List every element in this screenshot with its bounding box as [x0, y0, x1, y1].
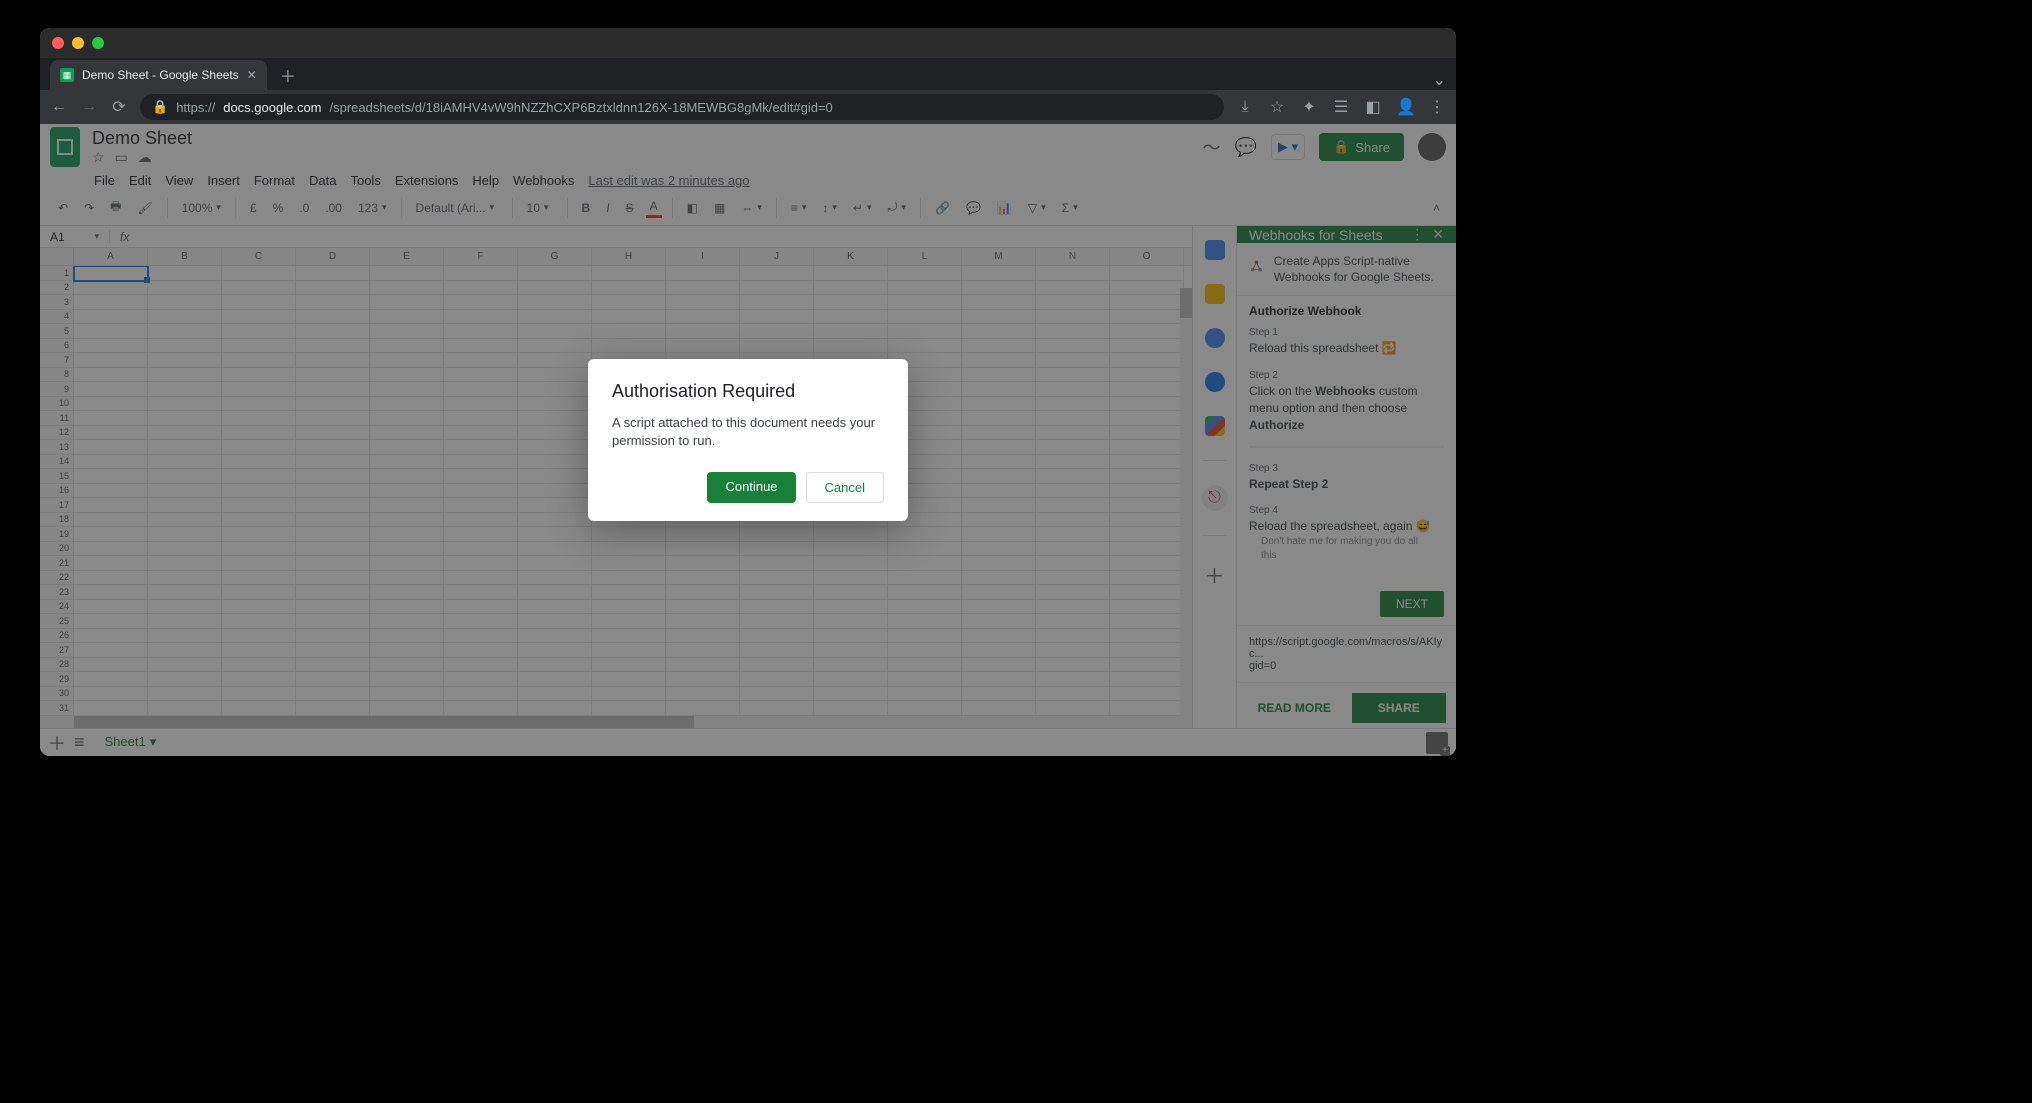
dialog-title: Authorisation Required — [612, 381, 884, 402]
reload-icon[interactable]: ⟳ — [110, 97, 128, 117]
url-prefix: https:// — [176, 100, 215, 115]
extensions-icon[interactable]: ✦ — [1300, 97, 1318, 117]
window-zoom-dot[interactable] — [92, 37, 104, 49]
bookmark-icon[interactable]: ☆ — [1268, 97, 1286, 117]
dialog-body: A script attached to this document needs… — [612, 414, 884, 450]
browser-window: ▦ Demo Sheet - Google Sheets ✕ ＋ ⌄ ← → ⟳… — [40, 28, 1456, 756]
profile-icon[interactable]: 👤 — [1396, 97, 1414, 117]
browser-tab[interactable]: ▦ Demo Sheet - Google Sheets ✕ — [50, 60, 267, 90]
sheets-favicon-icon: ▦ — [60, 68, 74, 82]
authorization-dialog: Authorisation Required A script attached… — [588, 359, 908, 521]
tab-close-icon[interactable]: ✕ — [247, 68, 257, 82]
tab-title: Demo Sheet - Google Sheets — [82, 68, 239, 82]
page-content: Demo Sheet ☆ ▭ ☁ 〜 💬 ▶ ▾ 🔒Share — [40, 124, 1456, 756]
forward-icon[interactable]: → — [80, 98, 98, 116]
cancel-button[interactable]: Cancel — [806, 472, 884, 503]
side-panel-icon[interactable]: ◧ — [1364, 97, 1382, 117]
window-minimize-dot[interactable] — [72, 37, 84, 49]
reading-list-icon[interactable]: ☰ — [1332, 97, 1350, 117]
browser-menu-icon[interactable]: ⋮ — [1428, 97, 1446, 117]
url-path: /spreadsheets/d/18iAMHV4vW9hNZZhCXP6Bztx… — [330, 100, 833, 115]
continue-button[interactable]: Continue — [707, 472, 795, 503]
window-close-dot[interactable] — [52, 37, 64, 49]
modal-scrim[interactable]: Authorisation Required A script attached… — [40, 124, 1456, 756]
address-bar-actions: ⤓ ☆ ✦ ☰ ◧ 👤 ⋮ — [1236, 97, 1446, 117]
tab-strip: ▦ Demo Sheet - Google Sheets ✕ ＋ ⌄ — [40, 58, 1456, 90]
url-input[interactable]: 🔒 https:// docs.google.com/spreadsheets/d… — [140, 94, 1224, 120]
new-tab-button[interactable]: ＋ — [275, 62, 301, 88]
install-app-icon[interactable]: ⤓ — [1236, 98, 1254, 116]
back-icon[interactable]: ← — [50, 98, 68, 116]
window-titlebar — [40, 28, 1456, 58]
address-bar: ← → ⟳ 🔒 https:// docs.google.com/spreadsh… — [40, 90, 1456, 124]
lock-icon: 🔒 — [152, 99, 168, 115]
tab-list-dropdown-icon[interactable]: ⌄ — [1433, 70, 1446, 90]
url-host: docs.google.com — [223, 100, 321, 115]
